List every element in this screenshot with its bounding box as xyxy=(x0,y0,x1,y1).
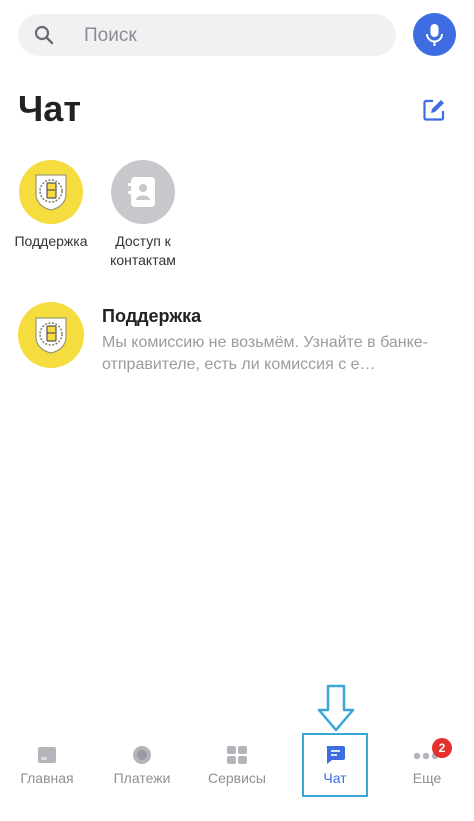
story-support[interactable]: Поддержка xyxy=(5,160,97,251)
bottom-tab-bar: Главная Платежи Сервисы Чат Еще xyxy=(0,732,474,804)
story-contacts-access[interactable]: Доступ к контактам xyxy=(97,160,189,270)
voice-search-button[interactable] xyxy=(413,13,456,56)
story-label: Поддержка xyxy=(14,233,88,249)
tab-label: Главная xyxy=(20,770,74,786)
payments-circle-icon xyxy=(133,746,151,764)
chat-name: Поддержка xyxy=(102,306,202,326)
annotation-arrow-icon xyxy=(317,684,355,732)
tab-services[interactable]: Сервисы xyxy=(192,732,282,786)
bank-logo-avatar xyxy=(18,302,84,368)
tab-label: Сервисы xyxy=(207,770,266,786)
compose-button[interactable] xyxy=(422,98,446,122)
bank-emblem-icon xyxy=(35,174,67,211)
address-book-icon xyxy=(128,177,155,207)
story-label: Доступ к контактам xyxy=(110,233,176,268)
tab-more[interactable]: Еще xyxy=(382,732,472,786)
compose-icon xyxy=(423,99,445,121)
home-card-icon xyxy=(38,747,56,763)
search-bar[interactable]: Поиск xyxy=(18,14,396,56)
tab-label: Еще xyxy=(412,770,442,786)
tab-payments[interactable]: Платежи xyxy=(97,732,187,786)
notification-badge: 2 xyxy=(432,738,452,758)
search-input[interactable]: Поиск xyxy=(84,25,137,47)
annotation-highlight xyxy=(302,733,368,797)
services-grid-icon xyxy=(227,746,247,764)
tab-label: Платежи xyxy=(113,770,171,786)
chat-list-item[interactable]: Поддержка Мы комиссию не возьмём. Узнайт… xyxy=(0,296,474,380)
search-icon xyxy=(34,25,54,45)
chat-preview: Мы комиссию не возьмём. Узнайте в банке-… xyxy=(102,334,428,373)
page-title: Чат xyxy=(18,88,81,129)
tab-home[interactable]: Главная xyxy=(2,732,92,786)
bank-logo-avatar xyxy=(19,160,83,224)
microphone-icon xyxy=(426,24,443,46)
bank-emblem-icon xyxy=(35,317,67,354)
contacts-avatar xyxy=(111,160,175,224)
